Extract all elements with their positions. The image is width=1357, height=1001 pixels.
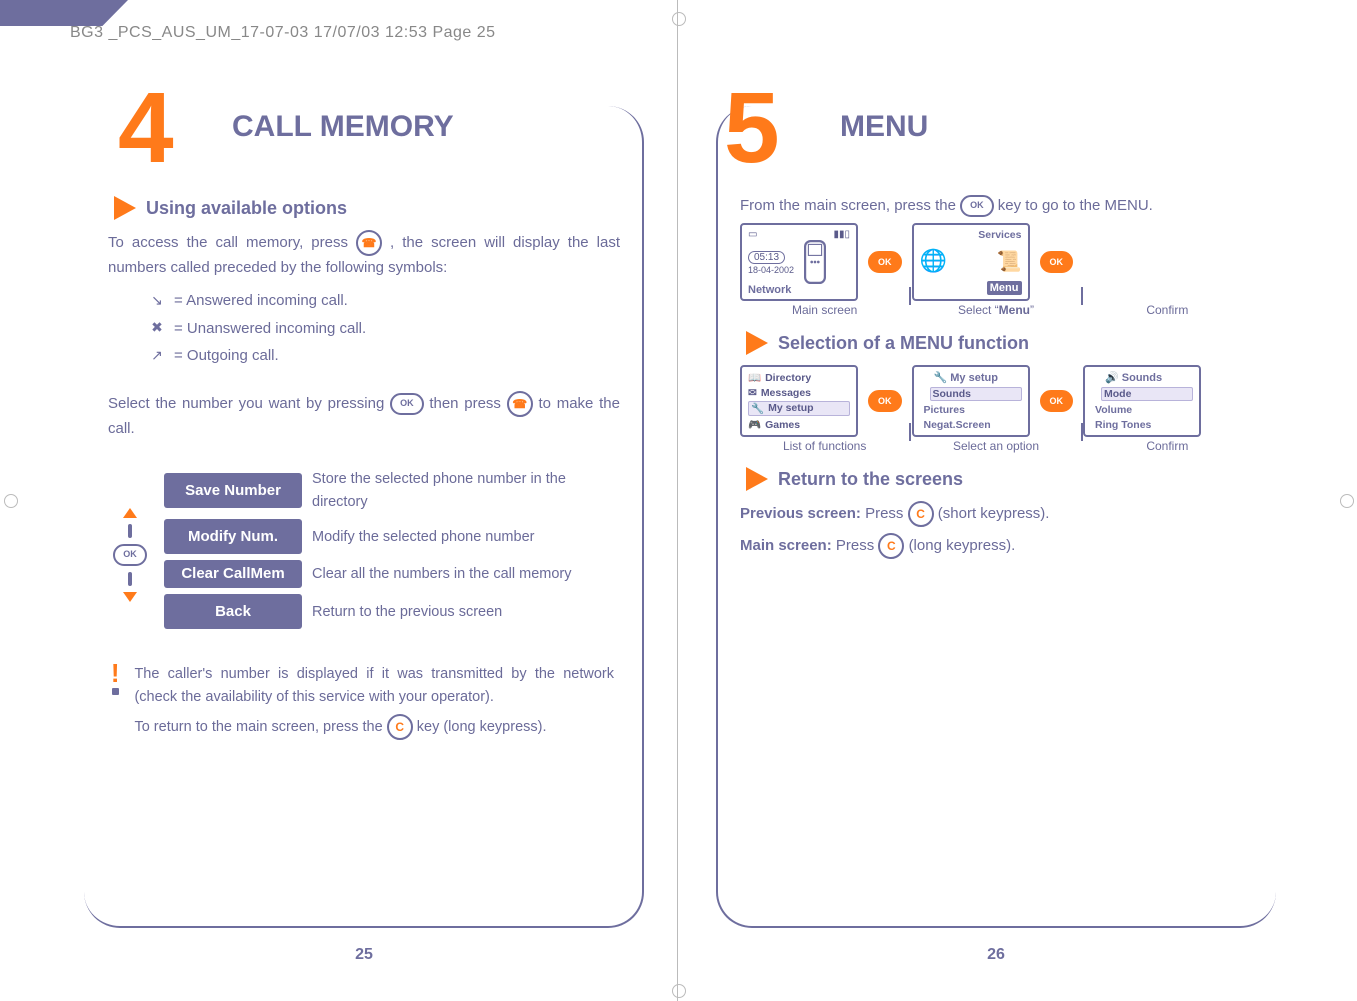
menu-label: Menu xyxy=(987,281,1022,295)
crop-target-icon xyxy=(672,984,686,998)
call-key-icon: ☎ xyxy=(507,391,533,417)
scroll-indicator: OK xyxy=(108,468,152,602)
caption: Select “Menu” xyxy=(911,303,1080,317)
option-desc: Clear all the numbers in the call memory xyxy=(312,563,620,585)
section-heading: Return to the screens xyxy=(746,467,1252,491)
legend-text: = Unanswered incoming call. xyxy=(174,317,366,340)
options-block: OK Save Number Store the selected phone … xyxy=(108,468,620,629)
arrow-up-icon xyxy=(123,508,137,518)
crop-target-icon xyxy=(4,494,18,508)
ok-key-icon: OK xyxy=(960,195,994,217)
main-screen-line: Main screen: Press C (long keypress). xyxy=(740,533,1252,559)
prev-screen-line: Previous screen: Press C (short keypress… xyxy=(740,501,1252,527)
caption: Select an option xyxy=(911,439,1080,453)
section-title: Using available options xyxy=(146,198,347,219)
phone-icon xyxy=(800,240,830,284)
triangle-bullet-icon xyxy=(746,467,768,491)
option-row: Back Return to the previous screen xyxy=(164,594,620,629)
ok-key-icon: OK xyxy=(1040,251,1074,273)
section-title: Selection of a MENU function xyxy=(778,333,1029,354)
c-key-icon: C xyxy=(878,533,904,559)
caption: List of functions xyxy=(740,439,909,453)
option-desc: Modify the selected phone number xyxy=(312,526,620,548)
call-key-icon: ☎ xyxy=(356,230,382,256)
section-title: Return to the screens xyxy=(778,469,963,490)
corner-flap xyxy=(0,0,128,26)
section-heading: Using available options xyxy=(114,196,620,220)
tip-text: The caller's number is displayed if it w… xyxy=(134,663,614,708)
option-row: Clear CallMem Clear all the numbers in t… xyxy=(164,560,620,588)
ok-key-icon: OK xyxy=(390,393,424,415)
c-key-icon: C xyxy=(387,714,413,740)
ok-key-icon: OK xyxy=(1040,390,1074,412)
screen-thumb-main: ▭ ▮▮▯ 05:13 18-04-2002 Network xyxy=(740,223,858,301)
tip-box: ! The caller's number is displayed if it… xyxy=(108,663,620,740)
triangle-bullet-icon xyxy=(114,196,136,220)
option-row: Modify Num. Modify the selected phone nu… xyxy=(164,519,620,554)
services-label: Services xyxy=(978,229,1021,241)
triangle-bullet-icon xyxy=(746,331,768,355)
caption: Confirm xyxy=(1083,303,1252,317)
globe-icon: 🌐 xyxy=(920,248,947,274)
page-25: 44 CALL MEMORY Using available options T… xyxy=(84,88,644,958)
section-heading: Selection of a MENU function xyxy=(746,331,1252,355)
option-label: Save Number xyxy=(164,473,302,508)
option-desc: Store the selected phone number in the d… xyxy=(312,468,620,513)
caption: Main screen xyxy=(740,303,909,317)
page-number: 25 xyxy=(355,946,373,964)
intro-paragraph: From the main screen, press the OK key t… xyxy=(740,194,1252,217)
c-key-icon: C xyxy=(908,501,934,527)
screen-thumb-options: 🔧 My setup Sounds Pictures Negat.Screen xyxy=(912,365,1030,437)
screen-thumb-menu: Services 🌐 📜 Menu xyxy=(912,223,1030,301)
answered-call-icon: ↘ xyxy=(148,293,166,309)
intro-paragraph: To access the call memory, press ☎ , the… xyxy=(108,230,620,279)
crop-target-icon xyxy=(1340,494,1354,508)
signal-icon: ▮▮▯ xyxy=(833,229,850,240)
caption: Confirm xyxy=(1083,439,1252,453)
ok-key-icon: OK xyxy=(868,251,902,273)
flow-captions: List of functions Select an option Confi… xyxy=(740,439,1252,453)
games-icon: 🎮 xyxy=(748,418,761,431)
chapter-title: CALL MEMORY xyxy=(232,110,454,144)
option-label: Back xyxy=(164,594,302,629)
legend-text: = Outgoing call. xyxy=(174,344,279,367)
page-26: 55 MENU From the main screen, press the … xyxy=(716,88,1276,958)
legend-text: = Answered incoming call. xyxy=(174,289,348,312)
page-number: 26 xyxy=(987,946,1005,964)
directory-icon: 📖 xyxy=(748,371,761,384)
date-value: 18-04-2002 xyxy=(748,265,794,275)
chapter-number: 44 xyxy=(118,88,174,168)
ok-key-icon: OK xyxy=(868,390,902,412)
messages-icon: ✉ xyxy=(748,387,757,399)
arrow-down-icon xyxy=(123,592,137,602)
setup-icon: 🔧 xyxy=(934,372,948,384)
flow-captions: Main screen Select “Menu” Confirm xyxy=(740,303,1252,317)
clock-value: 05:13 xyxy=(748,251,785,264)
exclamation-icon: ! xyxy=(108,663,122,740)
option-label: Modify Num. xyxy=(164,519,302,554)
select-paragraph: Select the number you want by pressing O… xyxy=(108,391,620,440)
option-desc: Return to the previous screen xyxy=(312,601,620,623)
crop-target-icon xyxy=(672,12,686,26)
screen-thumb-functions: 📖Directory ✉Messages 🔧My setup 🎮Games xyxy=(740,365,858,437)
missed-call-icon: ✖ xyxy=(148,320,166,336)
menu-flow-1: ▭ ▮▮▯ 05:13 18-04-2002 Network OK Service… xyxy=(740,223,1252,301)
sounds-icon: 🔊 xyxy=(1105,372,1119,384)
tip-text: To return to the main screen, press the … xyxy=(134,714,614,740)
call-type-legend: ↘ = Answered incoming call. ✖ = Unanswered… xyxy=(148,289,620,367)
option-row: Save Number Store the selected phone num… xyxy=(164,468,620,513)
menu-flow-2: 📖Directory ✉Messages 🔧My setup 🎮Games OK… xyxy=(740,365,1252,437)
network-label: Network xyxy=(748,284,850,296)
page-gutter-line xyxy=(677,0,678,1001)
option-label: Clear CallMem xyxy=(164,560,302,588)
chapter-number: 55 xyxy=(724,88,780,168)
ok-key-icon: OK xyxy=(113,544,147,566)
pdf-header: BG3 _PCS_AUS_UM_17-07-03 17/07/03 12:53 … xyxy=(70,24,496,42)
setup-icon: 🔧 xyxy=(751,402,764,415)
scroll-icon: 📜 xyxy=(997,249,1022,274)
screen-thumb-confirm: 🔊 Sounds Mode Volume Ring Tones xyxy=(1083,365,1201,437)
chapter-title: MENU xyxy=(840,110,928,144)
outgoing-call-icon: ↗ xyxy=(148,347,166,363)
battery-icon: ▭ xyxy=(748,229,757,240)
